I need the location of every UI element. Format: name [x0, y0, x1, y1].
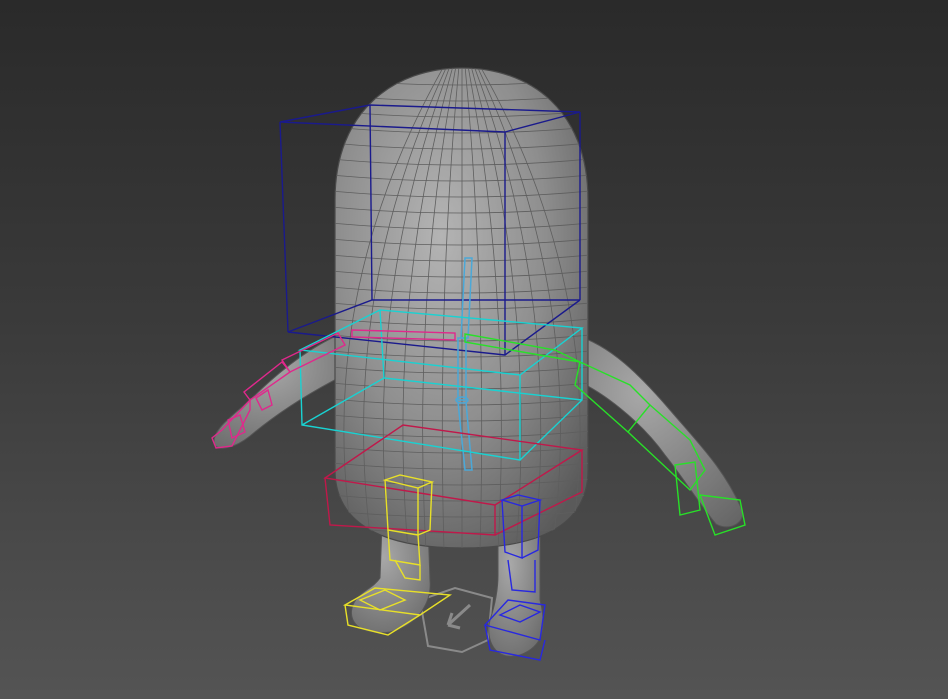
3d-viewport[interactable] — [0, 0, 948, 699]
arm-mesh-right — [574, 334, 744, 528]
arm-mesh-left — [213, 329, 351, 449]
root-control-icon[interactable] — [418, 586, 494, 654]
body-mesh[interactable] — [320, 66, 600, 550]
viewport-canvas[interactable] — [0, 0, 948, 699]
